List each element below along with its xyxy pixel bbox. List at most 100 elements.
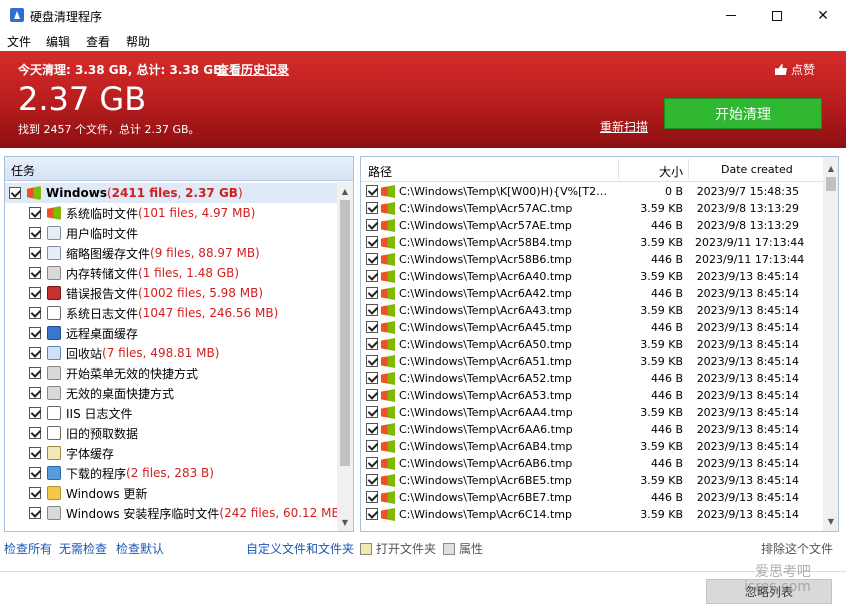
file-row[interactable]: C:\Windows\Temp\Acr6A45.tmp 446 B 2023/9/1… <box>361 319 823 336</box>
history-link[interactable]: 查看历史记录 <box>217 61 289 78</box>
column-size[interactable]: 大小 <box>657 163 683 180</box>
task-item[interactable]: IIS 日志文件 <box>29 403 133 423</box>
check-default-link[interactable]: 检查默认 <box>116 540 164 557</box>
checkbox[interactable] <box>29 407 41 419</box>
task-item[interactable]: 用户临时文件 <box>29 223 138 243</box>
task-item[interactable]: 系统临时文件 (101 files, 4.97 MB) <box>29 203 255 223</box>
task-item[interactable]: 无效的桌面快捷方式 <box>29 383 174 403</box>
exclude-file-link[interactable]: 排除这个文件 <box>761 540 833 557</box>
file-row[interactable]: C:\Windows\Temp\Acr6BE5.tmp 3.59 KB 2023/9… <box>361 472 823 489</box>
checkbox[interactable] <box>29 327 41 339</box>
task-item[interactable]: 错误报告文件 (1002 files, 5.98 MB) <box>29 283 263 303</box>
column-path[interactable]: 路径 <box>368 163 392 180</box>
checkbox[interactable] <box>29 387 41 399</box>
task-item[interactable]: 旧的预取数据 <box>29 423 138 443</box>
file-row[interactable]: C:\Windows\Temp\Acr6BE7.tmp 446 B 2023/9/1… <box>361 489 823 506</box>
scroll-up-icon[interactable]: ▲ <box>338 184 352 198</box>
checkbox[interactable] <box>366 491 378 503</box>
checkbox[interactable] <box>29 227 41 239</box>
minimize-button[interactable] <box>708 0 754 31</box>
maximize-button[interactable] <box>754 0 800 31</box>
properties-button[interactable]: 属性 <box>443 540 483 557</box>
checkbox[interactable] <box>29 267 41 279</box>
checkbox[interactable] <box>366 355 378 367</box>
checkbox[interactable] <box>366 508 378 520</box>
file-row[interactable]: C:\Windows\Temp\Acr58B4.tmp 3.59 KB 2023/9… <box>361 234 823 251</box>
column-divider[interactable] <box>688 159 689 179</box>
task-item[interactable]: 内存转储文件 (1 files, 1.48 GB) <box>29 263 239 283</box>
checkbox[interactable] <box>366 253 378 265</box>
task-item[interactable]: 字体缓存 <box>29 443 114 463</box>
custom-files-link[interactable]: 自定义文件和文件夹 <box>246 540 354 557</box>
checkbox[interactable] <box>366 304 378 316</box>
column-date-created[interactable]: Date created <box>721 163 793 176</box>
uncheck-link[interactable]: 无需检查 <box>59 540 107 557</box>
checkbox[interactable] <box>29 487 41 499</box>
checkbox[interactable] <box>366 219 378 231</box>
checkbox[interactable] <box>366 270 378 282</box>
checkbox[interactable] <box>366 474 378 486</box>
checkbox[interactable] <box>366 423 378 435</box>
file-row[interactable]: C:\Windows\Temp\Acr6AB6.tmp 446 B 2023/9/1… <box>361 455 823 472</box>
file-row[interactable]: C:\Windows\Temp\Acr6AA6.tmp 446 B 2023/9/1… <box>361 421 823 438</box>
menu-edit[interactable]: 编辑 <box>46 33 70 50</box>
checkbox[interactable] <box>29 347 41 359</box>
checkbox[interactable] <box>366 236 378 248</box>
checkbox[interactable] <box>366 406 378 418</box>
checkbox[interactable] <box>366 440 378 452</box>
task-root-windows[interactable]: Windows (2411 files, 2.37 GB) <box>5 183 337 203</box>
start-clean-button[interactable]: 开始清理 <box>664 98 822 129</box>
checkbox[interactable] <box>29 307 41 319</box>
checkbox[interactable] <box>366 287 378 299</box>
file-row[interactable]: C:\Windows\Temp\Acr57AE.tmp 446 B 2023/9/8… <box>361 217 823 234</box>
checkbox[interactable] <box>29 507 41 519</box>
file-row[interactable]: C:\Windows\Temp\Acr6A51.tmp 3.59 KB 2023/9… <box>361 353 823 370</box>
checkbox[interactable] <box>29 367 41 379</box>
task-item[interactable]: Windows 更新 <box>29 483 147 503</box>
checkbox[interactable] <box>29 247 41 259</box>
file-row[interactable]: C:\Windows\Temp\Acr6A43.tmp 3.59 KB 2023/9… <box>361 302 823 319</box>
file-row[interactable]: C:\Windows\Temp\Acr58B6.tmp 446 B 2023/9/1… <box>361 251 823 268</box>
scroll-up-icon[interactable]: ▲ <box>824 161 838 175</box>
file-row[interactable]: C:\Windows\Temp\Acr6A53.tmp 446 B 2023/9/1… <box>361 387 823 404</box>
file-row[interactable]: C:\Windows\Temp\Acr6A50.tmp 3.59 KB 2023/9… <box>361 336 823 353</box>
checkbox[interactable] <box>29 467 41 479</box>
checkbox[interactable] <box>366 338 378 350</box>
checkbox[interactable] <box>29 427 41 439</box>
rescan-link[interactable]: 重新扫描 <box>600 118 648 135</box>
file-row[interactable]: C:\Windows\Temp\K[W00)H){V%[T2[0T… 0 B 202… <box>361 183 823 200</box>
checkbox[interactable] <box>366 321 378 333</box>
file-scroll-thumb[interactable] <box>826 177 836 191</box>
task-item[interactable]: 下载的程序 (2 files, 283 B) <box>29 463 214 483</box>
task-scroll-thumb[interactable] <box>340 200 350 466</box>
checkbox[interactable] <box>29 287 41 299</box>
task-item[interactable]: 系统日志文件 (1047 files, 246.56 MB) <box>29 303 278 323</box>
menu-view[interactable]: 查看 <box>86 33 110 50</box>
checkbox[interactable] <box>29 447 41 459</box>
close-button[interactable]: ✕ <box>800 0 846 31</box>
task-scrollbar[interactable]: ▲ ▼ <box>337 182 353 531</box>
file-row[interactable]: C:\Windows\Temp\Acr6AA4.tmp 3.59 KB 2023/9… <box>361 404 823 421</box>
file-row[interactable]: C:\Windows\Temp\Acr57AC.tmp 3.59 KB 2023/9… <box>361 200 823 217</box>
file-row[interactable]: C:\Windows\Temp\Acr6AB4.tmp 3.59 KB 2023/9… <box>361 438 823 455</box>
file-row[interactable]: C:\Windows\Temp\Acr6A40.tmp 3.59 KB 2023/9… <box>361 268 823 285</box>
task-item[interactable]: 回收站 (7 files, 498.81 MB) <box>29 343 219 363</box>
checkbox[interactable] <box>366 372 378 384</box>
file-row[interactable]: C:\Windows\Temp\Acr6C14.tmp 3.59 KB 2023/9… <box>361 506 823 523</box>
menu-help[interactable]: 帮助 <box>126 33 150 50</box>
column-divider[interactable] <box>618 159 619 179</box>
task-item[interactable]: 远程桌面缓存 <box>29 323 138 343</box>
like-button[interactable]: 点赞 <box>775 61 815 78</box>
menu-file[interactable]: 文件 <box>7 33 31 50</box>
task-item[interactable]: 开始菜单无效的快捷方式 <box>29 363 198 383</box>
checkbox[interactable] <box>29 207 41 219</box>
file-row[interactable]: C:\Windows\Temp\Acr6A52.tmp 446 B 2023/9/1… <box>361 370 823 387</box>
open-folder-button[interactable]: 打开文件夹 <box>360 540 436 557</box>
checkbox[interactable] <box>366 185 378 197</box>
checkbox[interactable] <box>366 457 378 469</box>
scroll-down-icon[interactable]: ▼ <box>338 515 352 529</box>
check-all-link[interactable]: 检查所有 <box>4 540 52 557</box>
checkbox[interactable] <box>9 187 21 199</box>
file-row[interactable]: C:\Windows\Temp\Acr6A42.tmp 446 B 2023/9/1… <box>361 285 823 302</box>
task-item[interactable]: 缩略图缓存文件 (9 files, 88.97 MB) <box>29 243 260 263</box>
